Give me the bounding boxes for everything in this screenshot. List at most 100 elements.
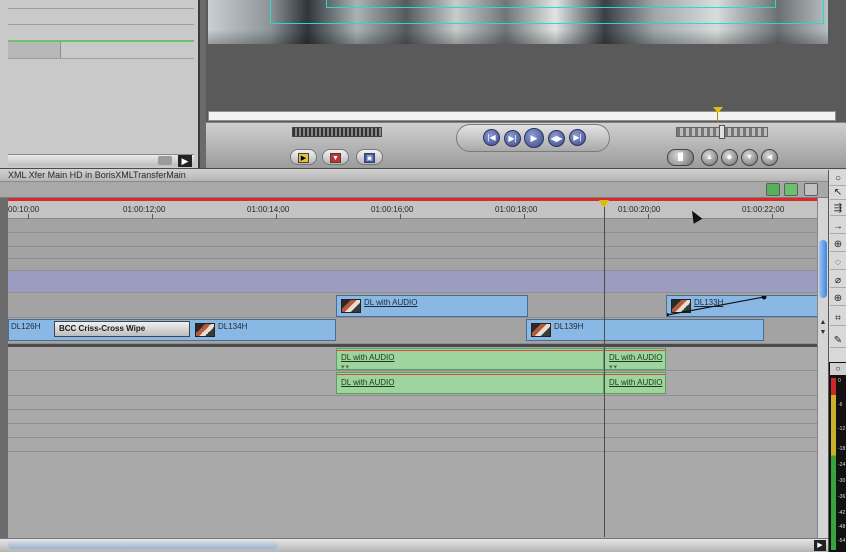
browser-scroll-thumb[interactable] xyxy=(158,156,172,165)
timeline-vertical-scrollbar[interactable]: ▲ ▼ xyxy=(817,198,828,538)
audio-level-line[interactable] xyxy=(605,374,665,375)
clip-dl-with-audio[interactable]: DL with AUDIO xyxy=(336,295,528,317)
snapping-toggle-icon[interactable] xyxy=(766,183,780,196)
ruler-label: 01:00:20;00 xyxy=(618,205,661,214)
ruler-label: 01:00:16;00 xyxy=(371,205,414,214)
audio-level-line[interactable] xyxy=(605,350,665,351)
timeline-title-bar: XML Xfer Main HD in BorisXMLTransferMain xyxy=(0,168,846,182)
scroll-down-arrow-icon[interactable]: ▼ xyxy=(818,328,828,338)
video-track-v1[interactable]: DL126H DL134H BCC Criss-Cross Wipe DL139… xyxy=(8,318,818,344)
meter-scale-label: -48 xyxy=(838,524,846,530)
zoom-tool-icon[interactable]: ⊕ xyxy=(830,292,846,306)
arrow-tool-icon[interactable]: ↖ xyxy=(830,186,846,200)
meter-scale-label: -12 xyxy=(838,426,846,432)
video-track-overlay[interactable] xyxy=(8,271,818,293)
audio-track-empty[interactable] xyxy=(8,396,818,410)
canvas-scrubber-bar[interactable] xyxy=(208,111,836,121)
go-to-next-edit-icon[interactable]: ▶| xyxy=(569,129,586,146)
browser-row-divider xyxy=(8,8,194,9)
canvas-video-frame xyxy=(208,0,828,44)
mark-clip-icon[interactable]: ▲ xyxy=(701,149,718,166)
play-in-to-out-icon[interactable]: ▶| xyxy=(504,130,521,147)
meter-scale-label: -24 xyxy=(838,462,846,468)
in-out-range-bar xyxy=(8,198,818,201)
clip-name: DL134H xyxy=(218,322,248,331)
overwrite-icon: ▣ xyxy=(364,153,375,163)
ruler-label: 00:10;00 xyxy=(8,205,40,214)
add-marker-button[interactable]: ▼ xyxy=(322,149,349,165)
audio-track-empty[interactable] xyxy=(8,424,818,438)
crop-tool-icon[interactable]: ⌗ xyxy=(830,312,846,326)
tool-palette: ○ ↖ ⇶ → ⊕ ◌ ⌀ ⊕ ⌗ ✎ xyxy=(828,170,846,362)
browser-horizontal-scrollbar[interactable]: ▶ xyxy=(8,154,194,167)
palette-close-icon[interactable]: ○ xyxy=(830,172,846,186)
match-frame-button[interactable]: ▐▌ xyxy=(667,149,694,166)
jog-knob[interactable] xyxy=(719,125,725,139)
canvas-playhead-icon[interactable] xyxy=(713,107,723,113)
video-track-empty[interactable] xyxy=(8,247,818,259)
audio-track-empty-area[interactable] xyxy=(8,452,818,538)
timeline-zoom-icon[interactable] xyxy=(804,183,818,196)
add-keyframe-icon[interactable]: ◆ xyxy=(721,149,738,166)
timeline-toolbar xyxy=(0,182,828,198)
audio-clip-name: DL with AUDIO xyxy=(609,378,663,387)
audio-channel-marker: ▾▾ xyxy=(341,364,351,370)
go-to-previous-edit-icon[interactable]: |◀ xyxy=(483,129,500,146)
opacity-keyframe-line[interactable] xyxy=(667,296,818,317)
timeline-horizontal-scrollbar[interactable]: ▶ xyxy=(0,538,828,552)
roll-tool-icon[interactable]: ◌ xyxy=(830,256,846,270)
audio-track-a2[interactable]: DL with AUDIO DL with AUDIO xyxy=(8,371,818,396)
ruler-label: 01:00:12;00 xyxy=(123,205,166,214)
audio-meter: ○ 0 -6 -12 -18 -24 -30 -36 -42 -48 -54 xyxy=(828,362,846,552)
scroll-right-arrow-icon[interactable]: ▶ xyxy=(814,540,826,551)
audio-clip-name: DL with AUDIO xyxy=(609,353,663,362)
ruler-label: 01:00:14;00 xyxy=(247,205,290,214)
timeline-vertical-scroll-thumb[interactable] xyxy=(819,240,827,298)
clip-dl133h[interactable]: DL133H xyxy=(666,295,818,317)
meter-close-icon[interactable]: ○ xyxy=(830,363,846,375)
track-select-icon[interactable]: ⇶ xyxy=(830,202,846,216)
pen-tool-icon[interactable]: ✎ xyxy=(830,334,846,348)
audio-clip-dl-with-audio[interactable]: DL with AUDIO ▾▾ xyxy=(604,348,666,370)
clip-name: DL with AUDIO xyxy=(364,298,418,307)
audio-clip-dl-with-audio[interactable]: DL with AUDIO xyxy=(336,372,604,394)
marker-icon: ▼ xyxy=(330,153,341,163)
edit-select-icon[interactable]: → xyxy=(830,220,846,234)
meter-scale-label: -42 xyxy=(838,510,846,516)
video-track-empty[interactable] xyxy=(8,259,818,271)
overwrite-button[interactable]: ▣ xyxy=(356,149,383,165)
audio-track-a1[interactable]: DL with AUDIO ▾▾ DL with AUDIO ▾▾ xyxy=(8,347,818,371)
clip-settings-icon[interactable]: ◀ xyxy=(761,149,778,166)
add-marker-icon[interactable]: ▼ xyxy=(741,149,758,166)
timeline-horizontal-scroll-thumb[interactable] xyxy=(8,541,278,549)
audio-level-line[interactable] xyxy=(337,374,603,375)
transition-bcc-criss-cross-wipe[interactable]: BCC Criss-Cross Wipe xyxy=(54,321,190,337)
audio-clip-dl-with-audio[interactable]: DL with AUDIO ▾▾ xyxy=(336,348,604,370)
video-frame-shade xyxy=(208,30,828,44)
clip-dl139h[interactable]: DL139H xyxy=(526,319,764,341)
razor-tool-icon[interactable]: ⌀ xyxy=(830,274,846,288)
audio-track-empty[interactable] xyxy=(8,438,818,452)
clip-thumbnail xyxy=(341,299,361,313)
shuttle-control[interactable] xyxy=(292,127,382,137)
action-safe-overlay xyxy=(326,0,776,8)
audio-track-empty[interactable] xyxy=(8,410,818,424)
audio-level-bar xyxy=(831,378,836,550)
meter-scale-label: -36 xyxy=(838,494,846,500)
browser-scroll-right-arrow-icon[interactable]: ▶ xyxy=(178,155,192,167)
audio-channel-marker: ▾▾ xyxy=(609,364,619,370)
play-icon[interactable]: ▶ xyxy=(524,128,544,148)
video-track-v2[interactable]: DL with AUDIO DL133H xyxy=(8,293,818,318)
video-track-empty[interactable] xyxy=(8,233,818,247)
clip-name: DL139H xyxy=(554,322,584,331)
meter-scale-label: -6 xyxy=(838,402,843,408)
scroll-up-arrow-icon[interactable]: ▲ xyxy=(818,318,828,328)
browser-column-cell[interactable] xyxy=(8,42,61,58)
linking-toggle-icon[interactable] xyxy=(784,183,798,196)
clip-thumbnail xyxy=(195,323,215,337)
ripple-tool-icon[interactable]: ⊕ xyxy=(830,238,846,252)
audio-clip-dl-with-audio[interactable]: DL with AUDIO xyxy=(604,372,666,394)
audio-level-line[interactable] xyxy=(337,350,603,351)
play-around-icon[interactable]: ◀▶ xyxy=(548,130,565,147)
mark-in-button[interactable]: ▶ xyxy=(290,149,317,165)
